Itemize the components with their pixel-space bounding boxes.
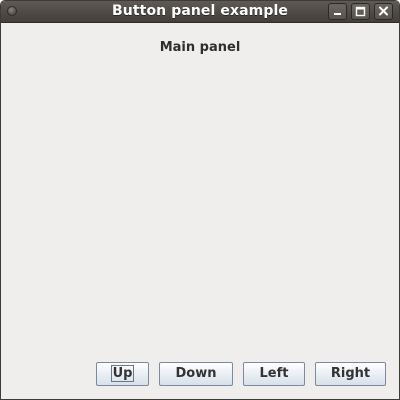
main-panel-label: Main panel bbox=[159, 40, 241, 55]
right-button-label: Right bbox=[330, 366, 371, 381]
up-button[interactable]: Up bbox=[96, 362, 149, 386]
main-panel: Main panel Up Down Left Right bbox=[1, 23, 399, 399]
maximize-icon bbox=[355, 6, 366, 17]
window-controls bbox=[328, 3, 393, 20]
right-button[interactable]: Right bbox=[315, 362, 386, 386]
app-window: Button panel example Main panel Up Down … bbox=[0, 0, 400, 400]
down-button-label: Down bbox=[175, 366, 217, 381]
maximize-button[interactable] bbox=[351, 3, 370, 20]
left-button[interactable]: Left bbox=[243, 362, 305, 386]
down-button[interactable]: Down bbox=[159, 362, 233, 386]
minimize-icon bbox=[334, 13, 341, 15]
close-icon bbox=[379, 6, 388, 16]
left-button-label: Left bbox=[259, 366, 289, 381]
title-bar[interactable]: Button panel example bbox=[1, 1, 399, 23]
button-panel: Up Down Left Right bbox=[1, 362, 399, 386]
up-button-label: Up bbox=[110, 365, 135, 382]
minimize-button[interactable] bbox=[328, 3, 347, 20]
close-button[interactable] bbox=[374, 3, 393, 20]
